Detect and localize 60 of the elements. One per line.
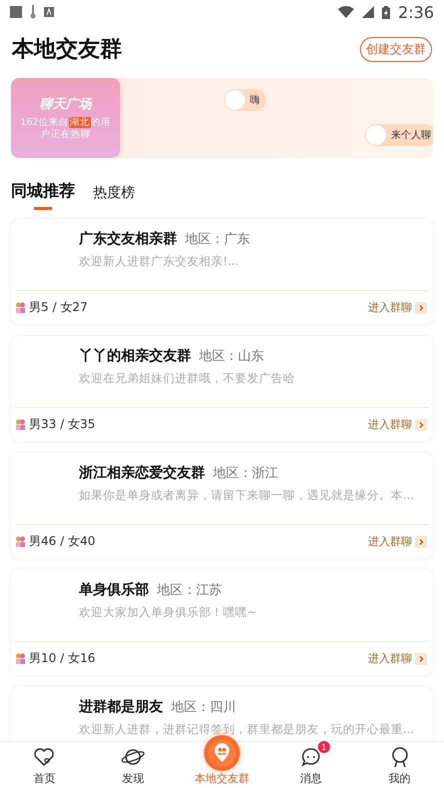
group-region: 地区：浙江 (213, 465, 278, 482)
thermometer-icon (30, 5, 36, 19)
member-count: 男46 / 女40 (29, 533, 96, 550)
group-name: 丫丫的相亲交友群 (79, 347, 191, 365)
group-region: 地区：江苏 (157, 582, 222, 599)
chevron-right-icon[interactable] (415, 302, 427, 314)
group-card[interactable]: 丫丫的相亲交友群 地区：山东 欢迎在兄弟姐妹们进群哦，不要发广告哈 男33 / 女35 进入群聊 (11, 336, 433, 441)
heart-icon (33, 746, 56, 768)
group-name: 单身俱乐部 (79, 581, 149, 599)
member-count: 男10 / 女16 (29, 650, 96, 667)
chevron-right-icon[interactable] (415, 652, 427, 664)
group-name: 浙江相亲恋爱交友群 (79, 464, 205, 482)
member-count: 男33 / 女35 (29, 416, 96, 433)
battery-icon (382, 6, 390, 18)
enter-chat-link[interactable]: 进入群聊 (368, 417, 412, 432)
tab[interactable]: 同城推荐 (11, 181, 75, 210)
tab[interactable]: 热度榜 (93, 184, 135, 210)
group-name: 广东交友相亲群 (79, 230, 177, 248)
signal-icon (362, 6, 374, 18)
group-card[interactable]: 浙江相亲恋爱交友群 地区：浙江 如果你是单身或者离异，请留下来聊一聊，遇见就是缘分。本... 男46 / 女40 进入群聊 (11, 453, 433, 558)
wifi-icon (338, 6, 354, 18)
chevron-right-icon[interactable] (415, 536, 427, 548)
nav-tab[interactable]: 消息 (300, 771, 322, 786)
group-region: 地区：广东 (185, 231, 250, 248)
bubble-text: 嗨 (250, 94, 260, 107)
couple-icon (15, 419, 26, 430)
avatar-icon (366, 125, 386, 145)
group-description: 欢迎大家加入单身俱乐部！嘿嘿~ (78, 604, 258, 620)
group-description: 欢迎在兄弟姐妹们进群哦，不要发广告哈 (78, 370, 296, 386)
chat-icon (300, 746, 322, 768)
enter-chat-link[interactable]: 进入群聊 (368, 534, 412, 549)
group-card[interactable]: 广东交友相亲群 地区：广东 欢迎新人进群广东交友相亲!... 男5 / 女27 进入群聊 (11, 219, 433, 324)
unread-badge: 1 (318, 741, 330, 753)
plaza-subtitle: 162位来自湖北的用户正在热聊 (19, 117, 112, 141)
avatar-icon (225, 90, 245, 110)
couple-icon (15, 536, 26, 547)
couple-icon (15, 653, 26, 664)
nav-tab[interactable]: 发现 (122, 771, 144, 786)
group-card[interactable]: 单身俱乐部 地区：江苏 欢迎大家加入单身俱乐部！嘿嘿~ 男10 / 女16 进入群聊 (11, 570, 433, 675)
keyboard-icon (44, 7, 54, 17)
bubble-text: 来个人聊 (391, 128, 431, 142)
couple-icon (15, 302, 26, 313)
group-description: 如果你是单身或者离异，请留下来聊一聊，遇见就是缘分。本... (78, 487, 415, 503)
group-region: 地区：山东 (199, 348, 264, 365)
page-title: 本地交友群 (12, 36, 122, 64)
group-card[interactable]: 进群都是朋友 地区：四川 欢迎新人进群，进群记得签到，群里都是朋友，玩的开心最重... (11, 687, 433, 741)
enter-chat-link[interactable]: 进入群聊 (368, 300, 412, 315)
group-description: 欢迎新人进群广东交友相亲!... (78, 253, 240, 269)
chevron-right-icon[interactable] (415, 418, 427, 430)
notification-icon (10, 6, 22, 18)
nav-tab[interactable]: 首页 (33, 771, 56, 786)
plaza-title: 聊天广场 (40, 96, 92, 114)
group-location-icon[interactable] (204, 735, 240, 771)
clock-time: 2:36 (398, 2, 434, 22)
group-name: 进群都是朋友 (79, 698, 163, 716)
nav-tab[interactable]: 我的 (388, 771, 411, 786)
enter-chat-link[interactable]: 进入群聊 (368, 651, 412, 666)
member-count: 男5 / 女27 (29, 299, 88, 316)
group-description: 欢迎新人进群，进群记得签到，群里都是朋友，玩的开心最重... (78, 721, 415, 737)
group-region: 地区：四川 (171, 699, 236, 716)
